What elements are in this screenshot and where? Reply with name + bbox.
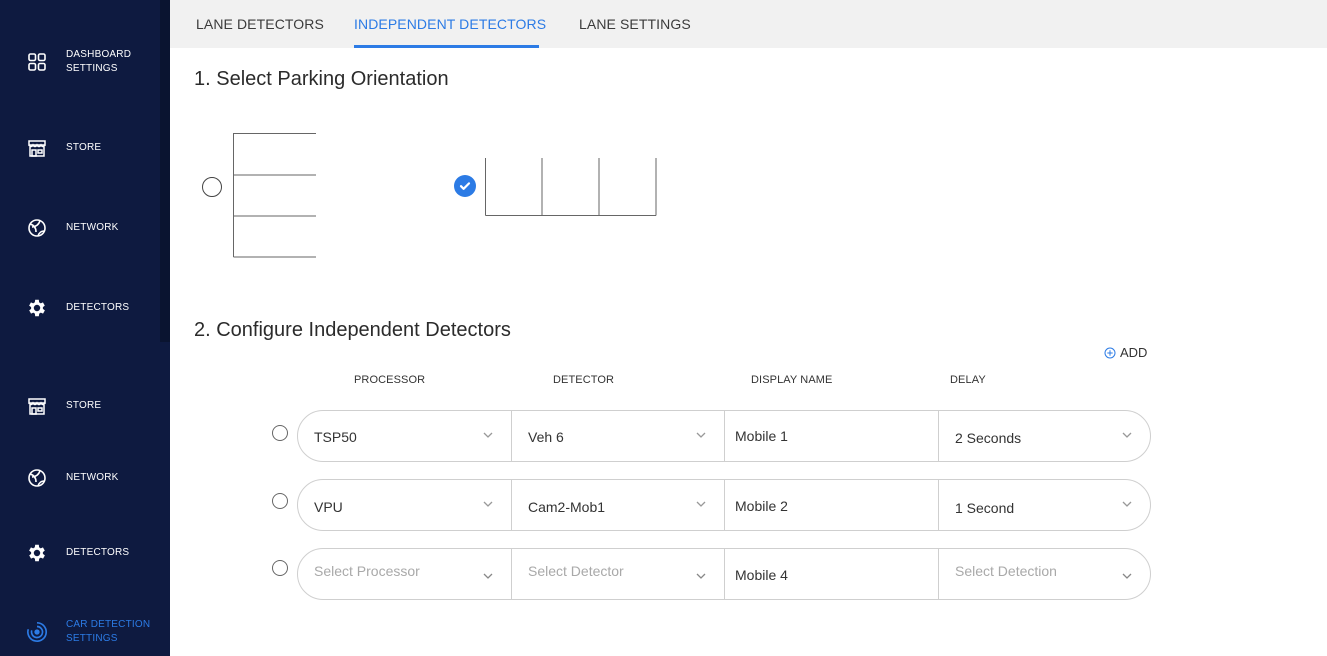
chevron-down-icon [1122,501,1132,507]
section-title-parking-orientation: 1. Select Parking Orientation [194,68,449,90]
chevron-down-icon [1122,432,1132,438]
sidebar-item-label: DETECTORS [66,302,130,313]
plus-circle-icon [1104,347,1116,358]
processor-select[interactable]: VPU [298,480,511,530]
row-select-radio[interactable] [272,425,288,441]
globe-icon [26,467,48,489]
table-row: TSP50 Veh 6 Mobile 1 2 Seconds [297,410,1151,462]
chevron-down-icon [483,573,493,579]
chevron-down-icon [483,432,493,438]
display-name-value: Mobile 2 [735,498,788,514]
sidebar-item-label: DETECTORS [66,547,130,558]
display-name-value: Mobile 1 [735,428,788,444]
row-select-radio[interactable] [272,560,288,576]
sidebar-item-label: CAR DETECTION SETTINGS [66,618,150,646]
processor-placeholder: Select Processor [314,563,420,579]
display-name-input[interactable]: Mobile 2 [724,480,938,530]
label-line: DASHBOARD [66,49,132,60]
detector-value: Veh 6 [528,429,564,445]
sidebar-item-detectors[interactable]: DETECTORS [0,533,160,573]
column-header-detector: DETECTOR [553,374,615,386]
sidebar-item-car-detection-settings[interactable]: CAR DETECTION SETTINGS [0,612,160,652]
display-name-input[interactable]: Mobile 1 [724,411,938,461]
detector-select[interactable]: Veh 6 [511,411,724,461]
gear-icon [26,542,48,564]
tab-bar: LANE DETECTORS INDEPENDENT DETECTORS LAN… [170,0,1327,48]
display-name-value: Mobile 4 [735,567,788,583]
processor-select[interactable]: Select Processor [298,549,511,599]
add-label: ADD [1120,345,1148,360]
sidebar-item-store[interactable]: STORE [0,386,160,426]
table-row: Select Processor Select Detector Mobile … [297,548,1151,600]
detector-select[interactable]: Select Detector [511,549,724,599]
sidebar-item-label: NETWORK [66,472,119,483]
sidebar-item-label: NETWORK [66,222,119,233]
store-icon [26,395,48,417]
sidebar: DASHBOARD SETTINGS STORE NETWORK DETECTO… [0,0,170,656]
delay-select[interactable]: Select Detection [938,549,1150,599]
chevron-down-icon [696,432,706,438]
grid-icon [26,51,48,73]
tab-lane-detectors[interactable]: LANE DETECTORS [196,16,324,32]
column-header-delay: DELAY [950,374,986,386]
section-title-configure-detectors: 2. Configure Independent Detectors [194,319,511,341]
sidebar-item-store[interactable]: STORE [0,128,160,168]
row-select-radio[interactable] [272,493,288,509]
delay-select[interactable]: 2 Seconds [938,411,1150,461]
active-tab-indicator [354,45,539,48]
sidebar-item-label: DASHBOARD SETTINGS [66,48,131,76]
detector-select[interactable]: Cam2-Mob1 [511,480,724,530]
sidebar-item-network[interactable]: NETWORK [0,208,160,248]
globe-icon [26,217,48,239]
column-header-processor: PROCESSOR [354,374,426,386]
label-line: CAR DETECTION [66,619,151,630]
detector-value: Cam2-Mob1 [528,499,606,515]
tab-independent-detectors[interactable]: INDEPENDENT DETECTORS [354,16,546,32]
horizontal-bays-diagram[interactable] [232,132,318,258]
sidebar-item-label: STORE [66,142,102,153]
processor-value: VPU [314,499,343,515]
delay-select[interactable]: 1 Second [938,480,1150,530]
delay-placeholder: Select Detection [955,563,1057,579]
table-row: VPU Cam2-Mob1 Mobile 2 1 Second [297,479,1151,531]
sidebar-scrollbar[interactable] [160,0,170,342]
chevron-down-icon [1122,573,1132,579]
gear-icon [26,297,48,319]
processor-select[interactable]: TSP50 [298,411,511,461]
check-icon [459,182,471,190]
store-icon [26,137,48,159]
radar-icon [26,621,48,643]
sidebar-item-network[interactable]: NETWORK [0,458,160,498]
orientation-radio-horizontal[interactable] [202,177,222,197]
tab-lane-settings[interactable]: LANE SETTINGS [579,16,691,32]
display-name-input[interactable]: Mobile 4 [724,549,938,599]
add-button[interactable]: ADD [1104,345,1147,360]
detector-placeholder: Select Detector [528,563,624,579]
vertical-bays-diagram[interactable] [484,157,659,217]
column-header-display-name: DISPLAY NAME [751,374,833,386]
orientation-radio-vertical[interactable] [454,175,476,197]
label-line: SETTINGS [66,63,118,74]
sidebar-item-label: STORE [66,400,102,411]
processor-value: TSP50 [314,429,357,445]
label-line: SETTINGS [66,633,118,644]
sidebar-item-dashboard-settings[interactable]: DASHBOARD SETTINGS [0,42,160,82]
sidebar-item-detectors[interactable]: DETECTORS [0,288,160,328]
delay-value: 1 Second [955,500,1015,516]
delay-value: 2 Seconds [955,430,1022,446]
chevron-down-icon [696,573,706,579]
chevron-down-icon [483,501,493,507]
chevron-down-icon [696,501,706,507]
